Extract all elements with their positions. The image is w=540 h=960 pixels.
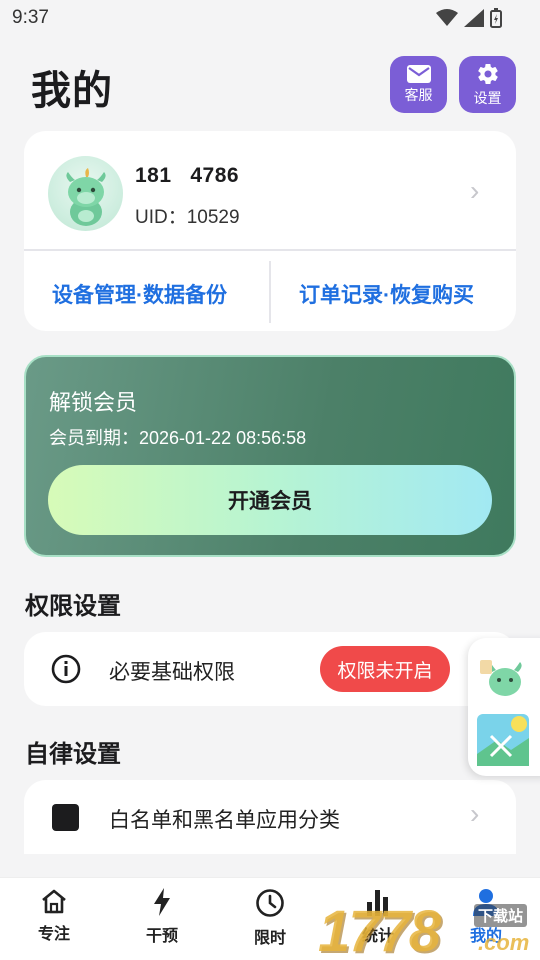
whitelist-blacklist-row[interactable]: 白名单和黑名单应用分类 › (24, 780, 516, 854)
device-backup-link[interactable]: 设备管理·数据备份 (52, 279, 227, 309)
signal-icon (464, 9, 484, 27)
wifi-icon (436, 9, 458, 26)
lightning-icon (154, 888, 170, 916)
basic-permissions-row[interactable]: 必要基础权限 权限未开启 › (24, 632, 516, 706)
phone-number: 181 4786 (135, 164, 240, 187)
open-vip-button[interactable]: 开通会员 (48, 465, 492, 535)
info-icon (51, 654, 81, 684)
floating-panel[interactable] (468, 638, 540, 776)
discipline-section-title: 自律设置 (25, 741, 121, 768)
basic-permissions-label: 必要基础权限 (109, 661, 235, 684)
settings-label: 设置 (473, 89, 502, 106)
vip-card: 解锁会员 会员到期：2026-01-22 08:56:58 开通会员 (24, 355, 516, 557)
whitelist-blacklist-label: 白名单和黑名单应用分类 (109, 809, 340, 832)
watermark-logo: 1778 (318, 899, 441, 960)
app-category-icon (52, 804, 79, 831)
page-title: 我的 (31, 69, 113, 113)
watermark-badge: 下载站 (474, 904, 528, 927)
vip-expire-date: 会员到期：2026-01-22 08:56:58 (49, 428, 307, 448)
bottom-tab-bar: 专注 干预 限时 统计 我的 (0, 877, 540, 960)
gear-icon (477, 63, 498, 84)
profile-chevron-icon[interactable]: › (470, 175, 479, 207)
user-id: UID：10529 (135, 207, 240, 228)
discipline-chevron-icon: › (470, 798, 480, 829)
tab-time-limit[interactable]: 限时 (225, 888, 315, 948)
settings-button[interactable]: 设置 (459, 56, 516, 113)
customer-service-button[interactable]: 客服 (390, 56, 447, 113)
tab-label: 专注 (37, 926, 70, 943)
permissions-section-title: 权限设置 (25, 593, 121, 620)
tab-label: 干预 (145, 928, 178, 945)
mail-icon (406, 64, 431, 83)
watermark-suffix: .com (478, 930, 530, 955)
dragon-mascot-icon (66, 168, 106, 226)
home-icon (42, 889, 66, 914)
tab-label: 限时 (253, 930, 286, 947)
status-icons (436, 8, 502, 28)
clock-icon (256, 889, 284, 917)
customer-service-label: 客服 (404, 86, 433, 103)
profile-card: 181 4786 UID：10529 › 设备管理·数据备份 订单记录·恢复购买 (24, 131, 516, 331)
order-records-link[interactable]: 订单记录·恢复购买 (299, 279, 474, 309)
image-icon[interactable] (477, 714, 529, 766)
permission-status-badge[interactable]: 权限未开启 (320, 646, 450, 692)
divider (24, 249, 516, 251)
tab-intervene[interactable]: 干预 (117, 888, 207, 946)
status-time: 9:37 (12, 7, 49, 28)
divider (269, 261, 271, 323)
status-bar: 9:37 (0, 0, 540, 36)
vip-title: 解锁会员 (49, 390, 138, 415)
tab-focus[interactable]: 专注 (9, 888, 99, 944)
battery-icon (490, 8, 502, 28)
avatar[interactable] (48, 156, 123, 231)
dragon-mascot-icon[interactable] (478, 652, 528, 702)
